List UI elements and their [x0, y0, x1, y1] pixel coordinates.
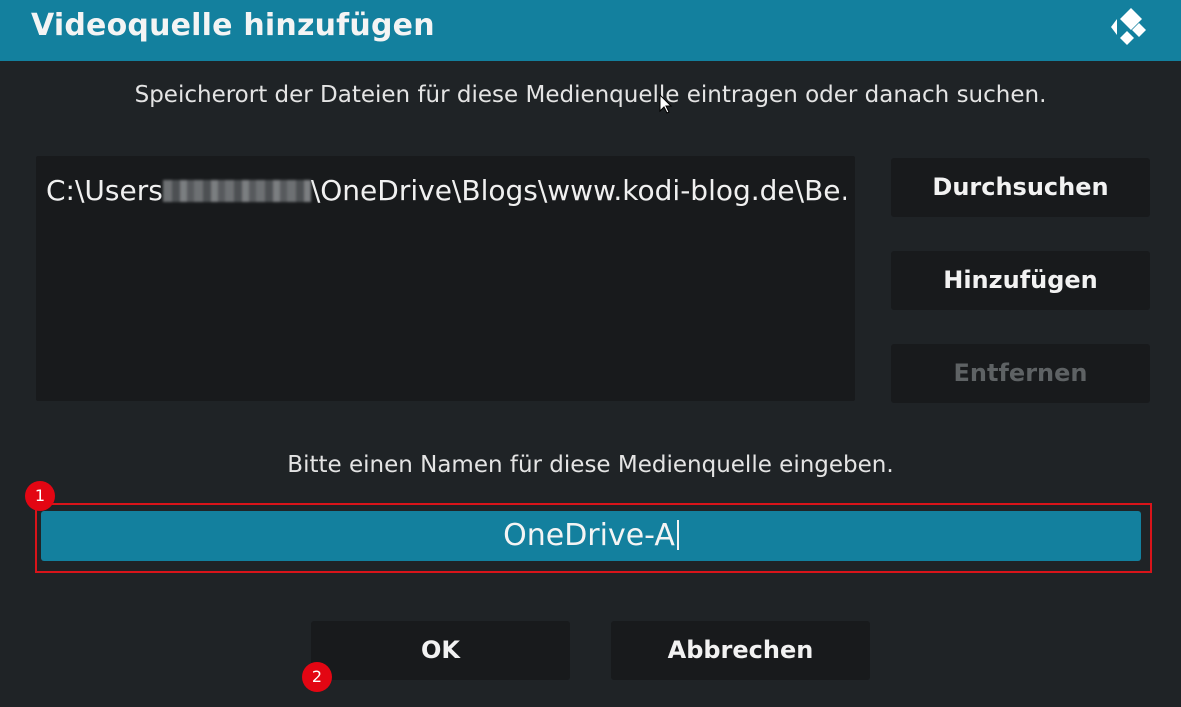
source-path-list[interactable]: C:\Users \OneDrive\Blogs\www.kodi-blog.de…	[36, 156, 855, 401]
path-prefix: C:\Users	[46, 174, 163, 207]
text-caret	[676, 520, 679, 550]
source-name-input[interactable]: OneDrive-A	[41, 511, 1141, 561]
browse-button[interactable]: Durchsuchen	[891, 158, 1150, 217]
annotation-marker-2: 2	[302, 662, 332, 692]
mouse-cursor-icon	[659, 94, 673, 114]
add-video-source-dialog: Videoquelle hinzufügen Speicherort der D…	[0, 0, 1181, 707]
title-bar: Videoquelle hinzufügen	[0, 0, 1181, 61]
redacted-username	[162, 180, 311, 202]
source-path-item[interactable]: C:\Users \OneDrive\Blogs\www.kodi-blog.de…	[46, 174, 846, 207]
annotation-marker-1: 1	[25, 481, 55, 511]
remove-button[interactable]: Entfernen	[891, 344, 1150, 403]
add-button[interactable]: Hinzufügen	[891, 251, 1150, 310]
cancel-button[interactable]: Abbrechen	[611, 621, 870, 680]
source-name-value: OneDrive-A	[503, 518, 675, 553]
path-instruction: Speicherort der Dateien für diese Medien…	[134, 82, 1047, 108]
ok-button[interactable]: OK	[311, 621, 570, 680]
dialog-title: Videoquelle hinzufügen	[31, 8, 435, 43]
path-suffix: \OneDrive\Blogs\www.kodi-blog.de\Be...	[310, 174, 846, 207]
kodi-logo-icon	[1111, 8, 1146, 45]
name-instruction: Bitte einen Namen für diese Medienquelle…	[287, 452, 894, 478]
